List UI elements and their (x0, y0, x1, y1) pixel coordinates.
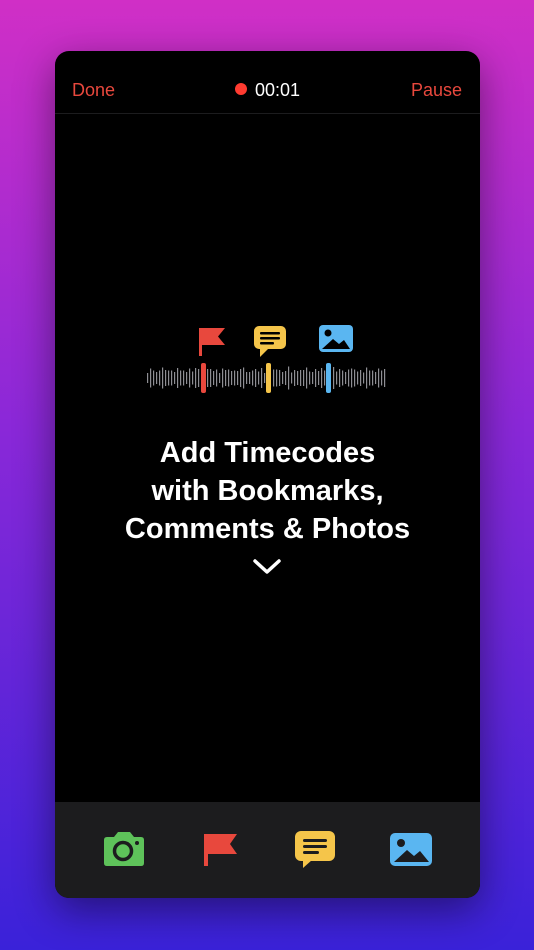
waveform-bar (378, 368, 380, 388)
add-comment-button[interactable] (292, 829, 338, 869)
top-bar: Done 00:01 Pause (55, 51, 480, 114)
waveform-bar (375, 372, 377, 384)
add-bookmark-button[interactable] (198, 829, 244, 869)
waveform-bar (231, 371, 233, 385)
add-photo-from-library-button[interactable] (388, 829, 434, 869)
waveform-bar (210, 369, 212, 387)
waveform-bar (306, 367, 308, 389)
headline-line-2: with Bookmarks, (151, 475, 384, 507)
waveform-bar (207, 369, 209, 387)
waveform-bar (312, 372, 314, 384)
waveform-bar (165, 370, 167, 386)
waveform-bar (336, 371, 338, 385)
waveform-bar (237, 371, 239, 385)
waveform-bar (300, 370, 302, 386)
waveform-bar (174, 372, 176, 384)
waveform-bar (345, 372, 347, 384)
waveform-bar (366, 367, 368, 389)
waveform-bar (276, 369, 278, 387)
waveform-bar (222, 368, 224, 388)
waveform-bar (363, 372, 365, 384)
waveform-bar (246, 372, 248, 384)
waveform-bar (294, 370, 296, 386)
pause-button[interactable]: Pause (411, 79, 462, 101)
waveform-bar (342, 370, 344, 386)
record-indicator-icon (234, 83, 247, 95)
waveform-bar (216, 369, 218, 387)
waveform-bar (309, 371, 311, 385)
waveform-bar (315, 369, 317, 387)
waveform-bar (183, 370, 185, 386)
waveform-bar (279, 370, 281, 386)
waveform-bar (303, 370, 305, 386)
chevron-down-icon (253, 559, 281, 574)
waveform-bar (357, 371, 359, 385)
waveform-bar (153, 370, 155, 386)
waveform-bar (189, 368, 191, 388)
waveform-bar (147, 373, 149, 383)
waveform-bar (282, 372, 284, 384)
waveform-bar (240, 369, 242, 387)
headline-line-1: Add Timecodes (159, 437, 376, 469)
waveform-bar (381, 370, 383, 386)
waveform-bar (288, 366, 290, 390)
waveform-bar (321, 368, 323, 388)
waveform-bar (348, 369, 350, 387)
waveform-bar (234, 370, 236, 386)
waveform-bar (156, 372, 158, 384)
waveform-bar (297, 371, 299, 385)
timer-value: 00:01 (254, 80, 301, 100)
waveform-bar (291, 372, 293, 384)
waveform-bar (243, 367, 245, 389)
waveform-bar (261, 368, 263, 388)
photo-icon (390, 833, 432, 866)
waveform-bar (225, 370, 227, 386)
waveform-bar (186, 372, 188, 384)
waveform-bar (198, 369, 200, 387)
waveform-bar (213, 371, 215, 385)
waveform-bar (168, 370, 170, 386)
waveform-bar (162, 367, 164, 389)
waveform-bar (333, 367, 335, 389)
waveform-illustration (147, 325, 386, 393)
bottom-toolbar (55, 802, 480, 898)
flag-icon (204, 834, 237, 866)
waveform-bar (171, 370, 173, 386)
waveform-bar (195, 368, 197, 388)
waveform-bar (351, 368, 353, 388)
waveform-bar (180, 370, 182, 386)
camera-icon (104, 832, 144, 866)
waveform-bar (228, 369, 230, 387)
waveform-bar (285, 371, 287, 385)
waveform-bar (150, 368, 152, 388)
waveform-bar (339, 369, 341, 387)
waveform-bar (177, 368, 179, 388)
waveform-bar (264, 373, 266, 383)
waveform-bar (192, 371, 194, 385)
comment-icon (295, 831, 335, 868)
waveform-bar (384, 369, 386, 387)
waveform-bar (252, 370, 254, 386)
recording-screen: Done 00:01 Pause Add Timecodes with Book… (55, 51, 480, 898)
waveform-bar (258, 371, 260, 385)
waveform-bar (249, 372, 251, 384)
bookmark-marker-icon (199, 328, 225, 393)
waveform-bar (159, 370, 161, 386)
add-photo-capture-button[interactable] (101, 829, 147, 869)
waveform-bar (372, 370, 374, 386)
waveform-bar (273, 369, 275, 387)
waveform-bar (354, 369, 356, 387)
waveform-bar (318, 371, 320, 385)
waveform-bar (369, 370, 371, 386)
waveform-bar (255, 369, 257, 387)
waveform-bar (360, 370, 362, 386)
onboarding-headline: Add Timecodes with Bookmarks, Comments &… (55, 434, 480, 548)
waveform-bar (324, 370, 326, 386)
waveform-bar (219, 373, 221, 383)
headline-line-3: Comments & Photos (124, 513, 411, 545)
